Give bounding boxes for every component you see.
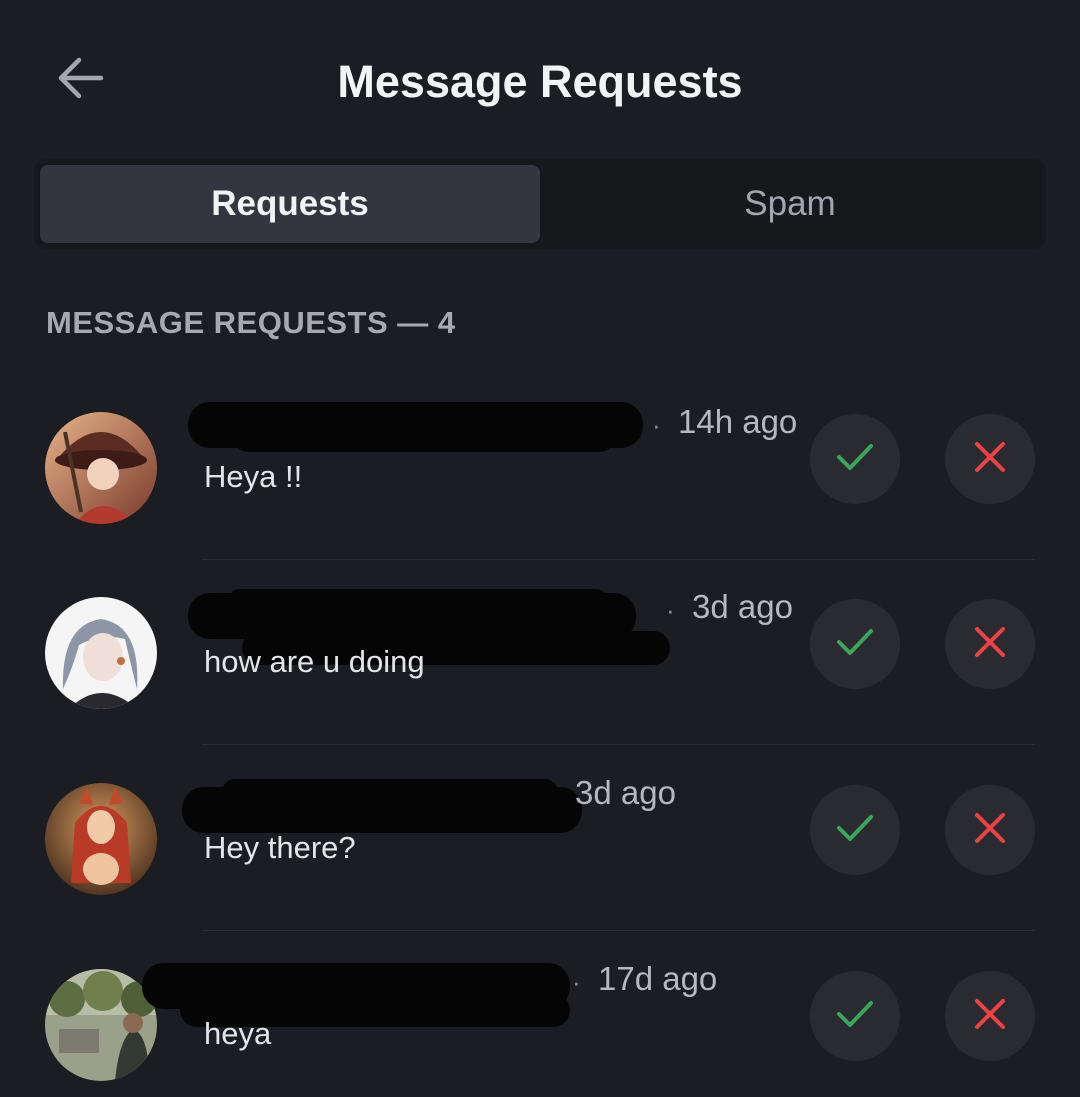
message-preview: Hey there? [204, 830, 356, 865]
avatar[interactable] [45, 412, 157, 524]
checkmark-icon [835, 813, 875, 848]
message-preview: heya [204, 1016, 272, 1051]
timestamp: 3d ago [692, 588, 793, 625]
redacted-username [222, 779, 558, 805]
tab-requests[interactable]: Requests [40, 165, 540, 243]
close-icon [973, 440, 1007, 479]
close-icon [973, 811, 1007, 850]
page-title: Message Requests [337, 56, 743, 107]
avatar[interactable] [45, 597, 157, 709]
redacted-username [234, 424, 614, 452]
close-icon [973, 625, 1007, 664]
timestamp: 3d ago [575, 774, 676, 811]
accept-button[interactable] [810, 599, 900, 689]
decline-button[interactable] [945, 414, 1035, 504]
accept-button[interactable] [810, 414, 900, 504]
timestamp: 14h ago [678, 403, 798, 440]
message-preview: how are u doing [204, 644, 425, 679]
redacted-username [228, 589, 608, 613]
tab-spam[interactable]: Spam [540, 165, 1040, 243]
request-row[interactable]: · 14h ago Heya !! [0, 374, 1080, 560]
close-icon [973, 997, 1007, 1036]
avatar[interactable] [45, 783, 157, 895]
timestamp: 17d ago [598, 960, 718, 997]
accept-button[interactable] [810, 785, 900, 875]
decline-button[interactable] [945, 785, 1035, 875]
tab-bar: Requests Spam [34, 159, 1046, 249]
checkmark-icon [835, 442, 875, 477]
decline-button[interactable] [945, 599, 1035, 689]
checkmark-icon [835, 627, 875, 662]
accept-button[interactable] [810, 971, 900, 1061]
request-row[interactable]: 3d ago Hey there? [0, 745, 1080, 931]
request-row[interactable]: · 3d ago how are u doing [0, 559, 1080, 745]
request-row[interactable]: · 17d ago heya [0, 931, 1080, 1097]
checkmark-icon [835, 999, 875, 1034]
decline-button[interactable] [945, 971, 1035, 1061]
section-header: MESSAGE REQUESTS — 4 [46, 305, 456, 340]
message-preview: Heya !! [204, 459, 303, 494]
avatar[interactable] [45, 969, 157, 1081]
message-requests-screen: Message Requests Requests Spam MESSAGE R… [0, 0, 1080, 1097]
